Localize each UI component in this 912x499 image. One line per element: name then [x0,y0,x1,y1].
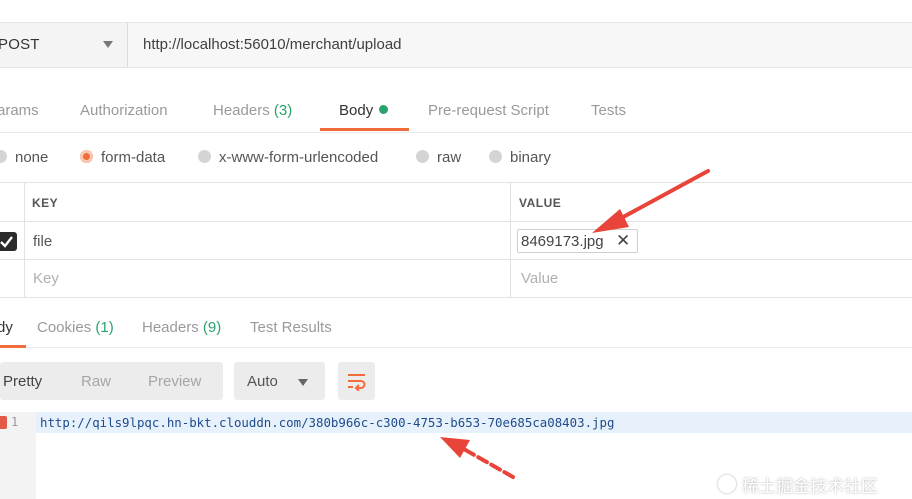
watermark-logo-icon [718,475,736,493]
arrow-to-file-icon [592,169,710,233]
annotation-arrows [440,169,710,479]
arrow-to-url-icon [440,437,515,479]
watermark: 稀土掘金技术社区 [742,477,878,496]
